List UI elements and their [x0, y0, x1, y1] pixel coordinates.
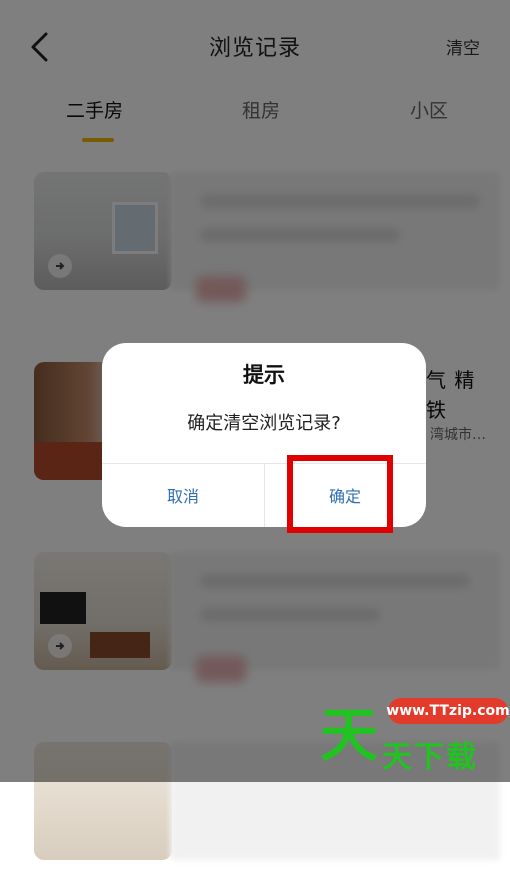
watermark-url: www.TTzip.com — [386, 698, 510, 724]
watermark-text: 天下载 — [382, 740, 478, 775]
site-watermark: 天 www.TTzip.com 天下载 — [318, 688, 510, 778]
dialog-message: 确定清空浏览记录? — [187, 413, 341, 434]
watermark-logo: 天 — [320, 701, 379, 769]
cancel-button[interactable]: 取消 — [102, 463, 264, 527]
highlight-annotation — [287, 455, 393, 533]
browse-history-page: 浏览记录 清空 二手房 租房 小区 气 精 铁 湾城市… — [0, 0, 510, 860]
dialog-title: 提示 — [243, 363, 285, 387]
